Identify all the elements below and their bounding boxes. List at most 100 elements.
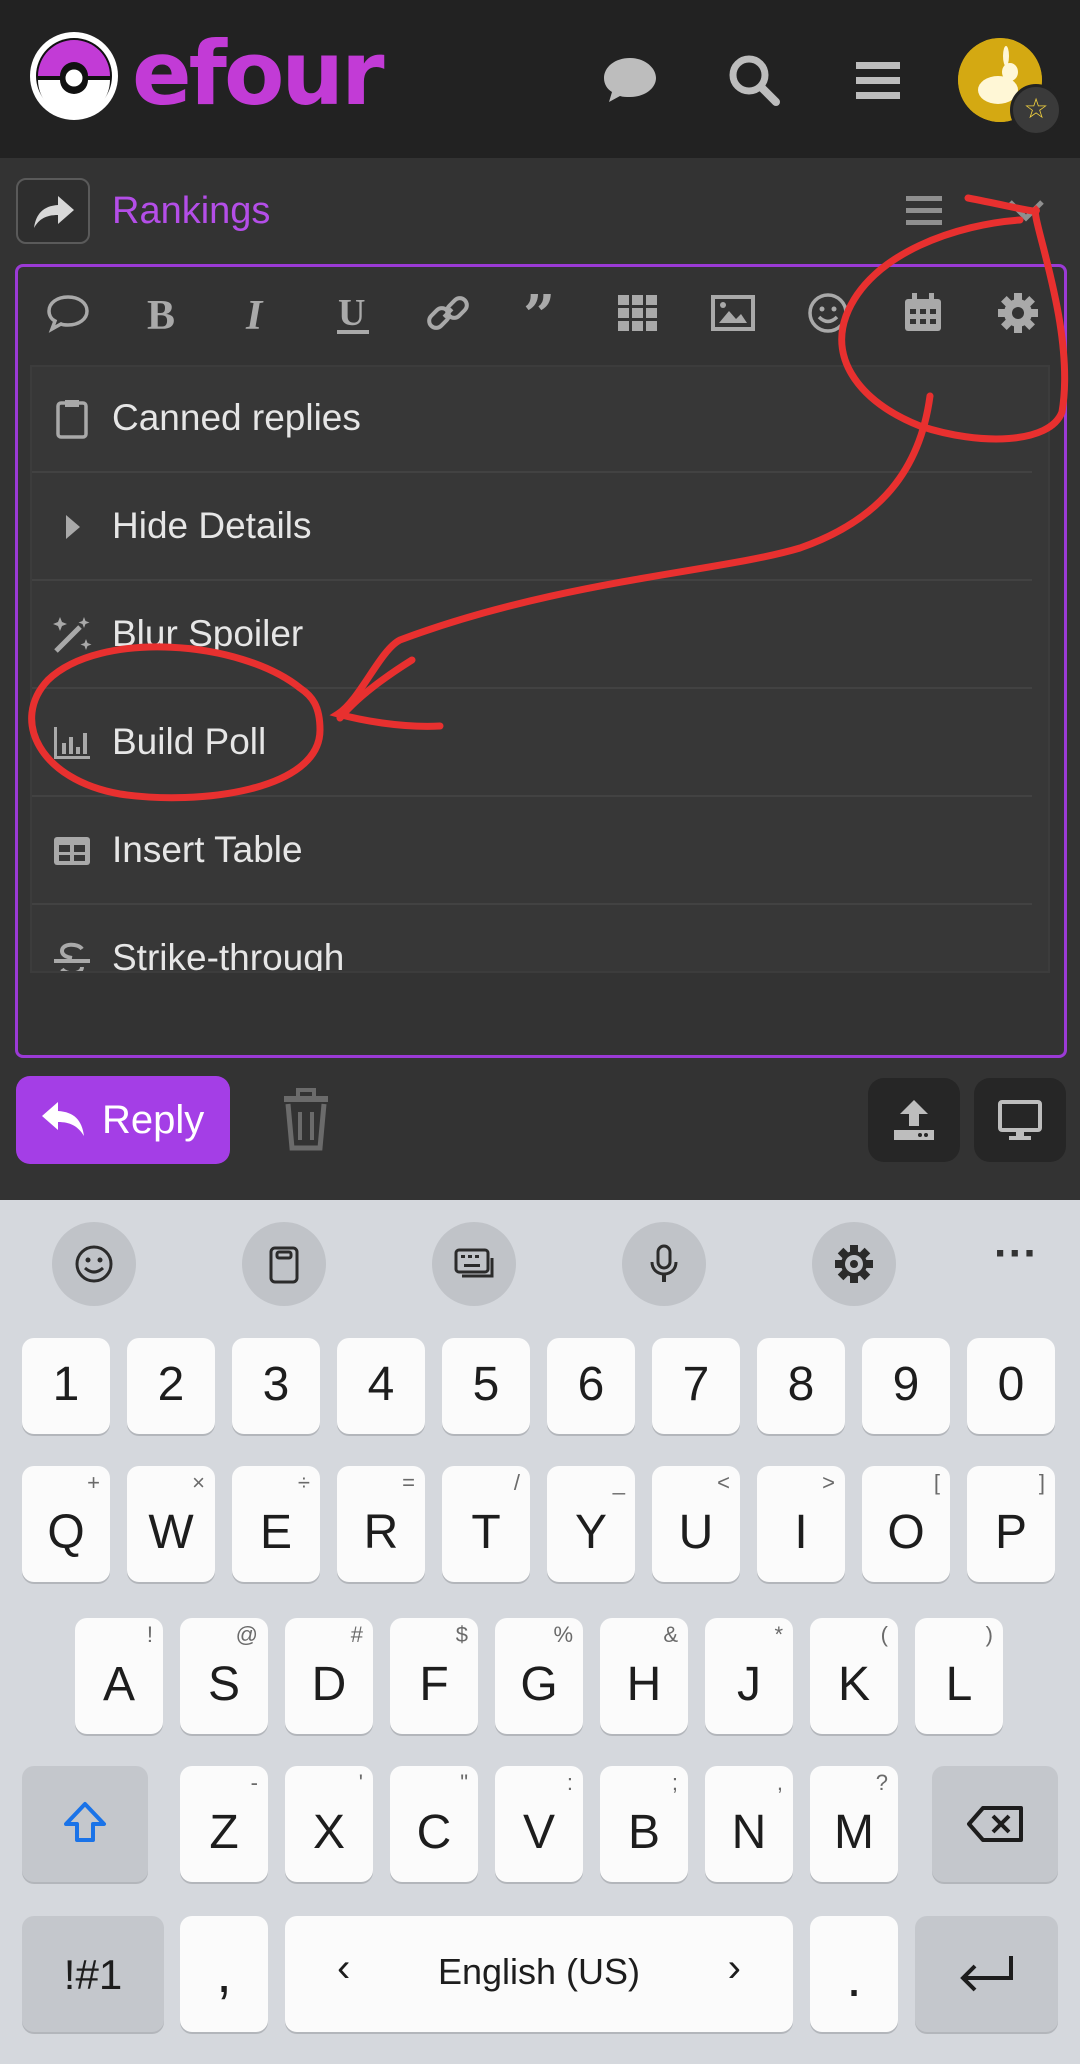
kb-more-button[interactable]: ··· (974, 1232, 1058, 1292)
upload-button[interactable] (868, 1078, 960, 1162)
dropdown-scrollbar[interactable] (1048, 497, 1050, 725)
key-1[interactable]: 1 (22, 1338, 110, 1434)
site-logo[interactable] (28, 30, 120, 122)
upload-icon (894, 1100, 934, 1140)
hamburger-menu-icon[interactable] (846, 48, 910, 112)
key-h[interactable]: & H (600, 1618, 688, 1734)
space-key[interactable]: ‹ English (US) › (285, 1916, 793, 2032)
key-8[interactable]: 8 (757, 1338, 845, 1434)
key-r[interactable]: = R (337, 1466, 425, 1582)
key-9[interactable]: 9 (862, 1338, 950, 1434)
key-j[interactable]: * J (705, 1618, 793, 1734)
link-icon[interactable] (424, 289, 472, 337)
desktop-icon (998, 1100, 1042, 1140)
preview-toggle-button[interactable] (974, 1078, 1066, 1162)
svg-text:B: B (147, 293, 175, 337)
key-d[interactable]: # D (285, 1618, 373, 1734)
menu-item-strike-through[interactable]: Strike-through (32, 905, 1032, 971)
menu-item-build-poll[interactable]: Build Poll (32, 689, 1032, 797)
grid-icon[interactable] (614, 289, 662, 337)
key-5[interactable]: 5 (442, 1338, 530, 1434)
kb-clipboard-button[interactable] (242, 1222, 326, 1306)
image-icon[interactable] (709, 289, 757, 337)
clipboard-icon (269, 1246, 299, 1284)
key-z[interactable]: -Z (180, 1766, 268, 1882)
shift-arrow-icon (64, 1802, 106, 1842)
microphone-icon (650, 1244, 678, 1282)
backspace-key[interactable] (932, 1766, 1058, 1882)
caret-right-icon (50, 505, 94, 549)
key-y[interactable]: _ Y (547, 1466, 635, 1582)
key-q[interactable]: + Q (22, 1466, 110, 1582)
svg-text:I: I (245, 293, 264, 337)
reply-button[interactable]: Reply (16, 1076, 230, 1164)
clipboard-icon (50, 397, 94, 441)
kb-layout-button[interactable] (432, 1222, 516, 1306)
calendar-icon[interactable] (899, 289, 947, 337)
search-icon[interactable] (722, 48, 786, 112)
key-f[interactable]: $ F (390, 1618, 478, 1734)
key-o[interactable]: [O (862, 1466, 950, 1582)
app-screen: efour ☆ Rankings B I U ” Canned replies … (0, 0, 1080, 2064)
key-k[interactable]: (K (810, 1618, 898, 1734)
enter-key[interactable] (915, 1916, 1058, 2032)
bold-icon[interactable]: B (139, 289, 187, 339)
menu-item-insert-table[interactable]: Insert Table (32, 797, 1032, 905)
key-2[interactable]: 2 (127, 1338, 215, 1434)
key-v[interactable]: :V (495, 1766, 583, 1882)
emoji-icon (75, 1245, 113, 1283)
key-e[interactable]: ÷ E (232, 1466, 320, 1582)
svg-text:U: U (338, 292, 365, 334)
period-key[interactable]: . (810, 1916, 898, 2032)
magic-wand-icon (50, 613, 94, 657)
comma-key[interactable]: , (180, 1916, 268, 2032)
italic-icon[interactable]: I (234, 289, 282, 339)
table-icon (50, 829, 94, 873)
svg-text:”: ” (523, 289, 555, 337)
avatar-star-badge-icon: ☆ (1010, 84, 1062, 136)
key-p[interactable]: ] P (967, 1466, 1055, 1582)
key-t[interactable]: / T (442, 1466, 530, 1582)
toolbar-options-dropdown: Canned replies Hide Details Blur Spoiler… (30, 365, 1050, 973)
key-i[interactable]: > I (757, 1466, 845, 1582)
underline-icon[interactable]: U (329, 289, 377, 337)
menu-item-hide-details[interactable]: Hide Details (32, 473, 1032, 581)
key-a[interactable]: ! A (75, 1618, 163, 1734)
composer-menu-icon[interactable] (894, 180, 954, 240)
menu-item-blur-spoiler[interactable]: Blur Spoiler (32, 581, 1032, 689)
key-b[interactable]: ; B (600, 1766, 688, 1882)
bar-chart-icon (50, 721, 94, 765)
key-w[interactable]: × W (127, 1466, 215, 1582)
kb-emoji-button[interactable] (52, 1222, 136, 1306)
key-c[interactable]: " C (390, 1766, 478, 1882)
reply-arrow-icon (42, 1102, 84, 1136)
gear-icon[interactable] (994, 289, 1042, 337)
key-m[interactable]: ? M (810, 1766, 898, 1882)
key-x[interactable]: ' X (285, 1766, 373, 1882)
chevron-down-icon[interactable] (996, 180, 1056, 240)
chat-icon[interactable] (598, 48, 662, 112)
shift-key[interactable] (22, 1766, 148, 1882)
kb-settings-button[interactable] (812, 1222, 896, 1306)
key-s[interactable]: @ S (180, 1618, 268, 1734)
key-7[interactable]: 7 (652, 1338, 740, 1434)
quote-bubble-icon[interactable] (44, 289, 92, 337)
key-n[interactable]: ,N (705, 1766, 793, 1882)
key-0[interactable]: 0 (967, 1338, 1055, 1434)
trash-icon[interactable] (276, 1088, 336, 1152)
key-u[interactable]: < U (652, 1466, 740, 1582)
emoji-icon[interactable] (804, 289, 852, 337)
blockquote-icon[interactable]: ” (519, 283, 567, 349)
key-l[interactable]: ) L (915, 1618, 1003, 1734)
key-4[interactable]: 4 (337, 1338, 425, 1434)
key-6[interactable]: 6 (547, 1338, 635, 1434)
topic-title-link[interactable]: Rankings (112, 186, 270, 236)
key-g[interactable]: % G (495, 1618, 583, 1734)
key-3[interactable]: 3 (232, 1338, 320, 1434)
kb-voice-button[interactable] (622, 1222, 706, 1306)
menu-item-canned-replies[interactable]: Canned replies (32, 367, 1032, 473)
reply-action-toggle[interactable] (16, 178, 90, 244)
gear-icon (835, 1245, 873, 1283)
backspace-icon (967, 1806, 1023, 1842)
symbols-key[interactable]: !#1 (22, 1916, 164, 2032)
